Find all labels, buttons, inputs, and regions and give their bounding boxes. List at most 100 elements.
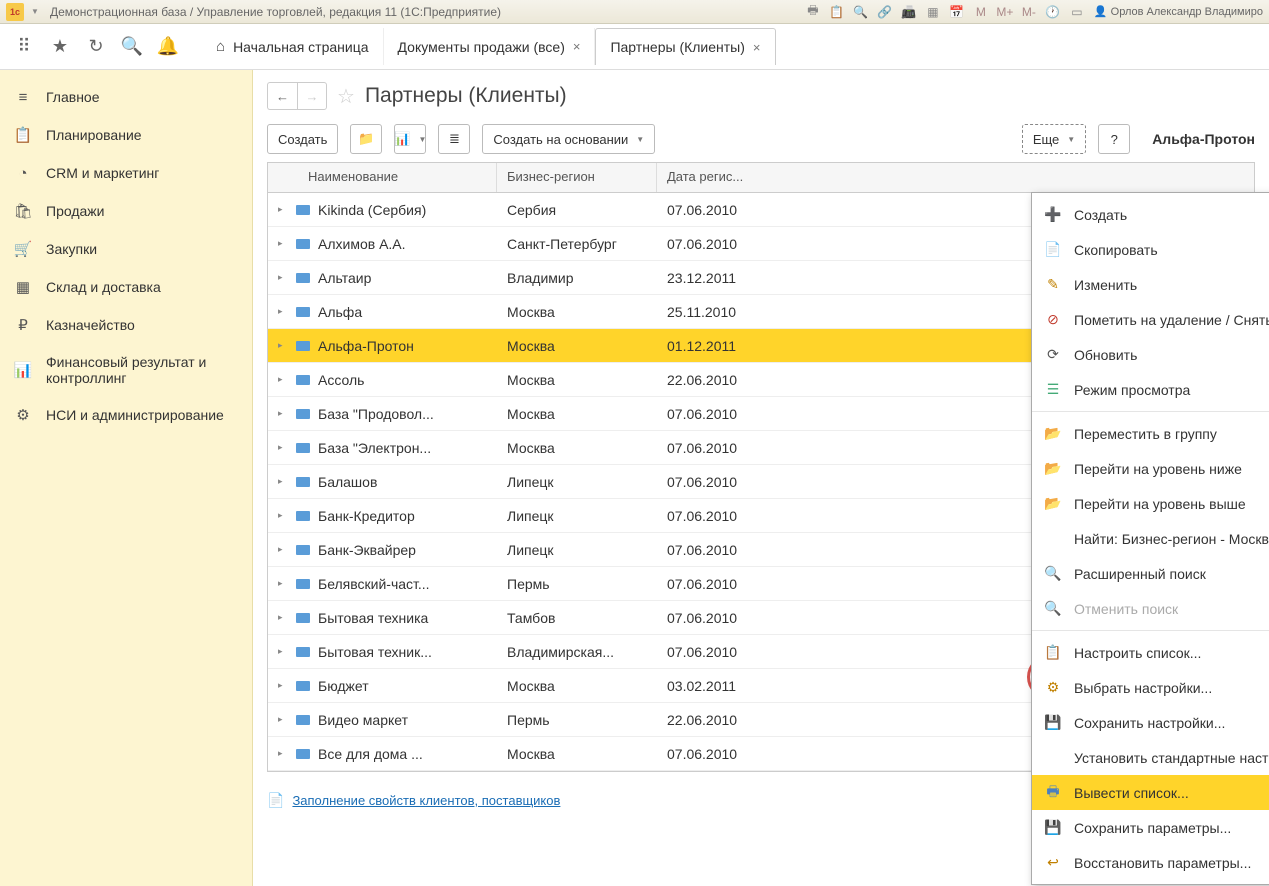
sidebar-item-treasury[interactable]: ₽Казначейство <box>0 306 252 344</box>
expand-icon[interactable]: ▸ <box>278 646 288 657</box>
expand-icon[interactable]: ▸ <box>278 340 288 351</box>
favorite-star-icon[interactable]: ☆ <box>337 84 355 109</box>
apps-icon[interactable]: ⠿ <box>10 33 38 61</box>
expand-icon[interactable]: ▸ <box>278 612 288 623</box>
reports-button[interactable]: 📊▼ <box>394 124 426 154</box>
page-title: Партнеры (Клиенты) <box>365 84 567 108</box>
tab-documents[interactable]: Документы продажи (все) × <box>384 28 596 65</box>
expand-icon[interactable]: ▸ <box>278 476 288 487</box>
expand-icon[interactable]: ▸ <box>278 238 288 249</box>
menu-item[interactable]: ↩Восстановить параметры... <box>1032 845 1269 880</box>
menu-item[interactable]: 🖶Вывести список... <box>1032 775 1269 810</box>
menu-item[interactable]: ➕СоздатьIns <box>1032 197 1269 232</box>
row-name: Белявский-част... <box>318 576 430 592</box>
menu-item[interactable]: ⟳ОбновитьF5 <box>1032 337 1269 372</box>
row-region: Москва <box>497 678 657 694</box>
calendar-icon[interactable]: 📅 <box>948 3 966 21</box>
expand-icon[interactable]: ▸ <box>278 272 288 283</box>
user-name[interactable]: 👤 Орлов Александр Владимиро <box>1094 5 1263 18</box>
grid-icon[interactable]: ▦ <box>924 3 942 21</box>
sidebar-item-main[interactable]: ≡Главное <box>0 78 252 116</box>
expand-icon[interactable]: ▸ <box>278 714 288 725</box>
sidebar-item-purchases[interactable]: 🛒Закупки <box>0 230 252 268</box>
menu-item[interactable]: ✎ИзменитьF2 <box>1032 267 1269 302</box>
expand-icon[interactable]: ▸ <box>278 204 288 215</box>
link-icon[interactable]: 🔗 <box>876 3 894 21</box>
menu-item[interactable]: 📄СкопироватьF9 <box>1032 232 1269 267</box>
create-folder-button[interactable]: 📁 <box>350 124 382 154</box>
sidebar-item-crm[interactable]: ◔CRM и маркетинг <box>0 154 252 192</box>
nav-fwd-button[interactable]: → <box>297 82 327 110</box>
col-region[interactable]: Бизнес-регион <box>497 163 657 192</box>
nav-back-button[interactable]: ← <box>267 82 297 110</box>
sidebar-item-planning[interactable]: 📋Планирование <box>0 116 252 154</box>
menu-item[interactable]: 📂Перейти на уровень вышеCtrl+Up <box>1032 486 1269 521</box>
mem-m[interactable]: M <box>972 3 990 21</box>
menu-item[interactable]: 💾Сохранить настройки... <box>1032 705 1269 740</box>
more-button[interactable]: Еще▼ <box>1022 124 1086 154</box>
menu-item[interactable]: ⊘Пометить на удаление / Снять пометкуDel <box>1032 302 1269 337</box>
sidebar-item-sales[interactable]: 🛍Продажи <box>0 192 252 230</box>
expand-icon[interactable]: ▸ <box>278 680 288 691</box>
row-name: Альтаир <box>318 270 371 286</box>
sidebar-item-warehouse[interactable]: ▦Склад и доставка <box>0 268 252 306</box>
sidebar-item-finresult[interactable]: 📊Финансовый результат и контроллинг <box>0 344 252 396</box>
menu-item[interactable]: Найти: Бизнес-регион - МоскваCtrl+Alt+F <box>1032 521 1269 556</box>
print-icon[interactable]: 🖶 <box>804 3 822 21</box>
row-region: Москва <box>497 746 657 762</box>
tab-home[interactable]: ⌂ Начальная страница <box>202 28 384 65</box>
row-region: Владимирская... <box>497 644 657 660</box>
menu-item[interactable]: ☰Режим просмотра▶ <box>1032 372 1269 407</box>
time-icon[interactable]: 🕐 <box>1044 3 1062 21</box>
menu-label: Обновить <box>1074 347 1269 363</box>
expand-icon[interactable]: ▸ <box>278 748 288 759</box>
menu-label: Скопировать <box>1074 242 1269 258</box>
expand-icon[interactable]: ▸ <box>278 544 288 555</box>
expand-icon[interactable]: ▸ <box>278 510 288 521</box>
calc-icon[interactable]: 📠 <box>900 3 918 21</box>
menu-item[interactable]: Установить стандартные настройки <box>1032 740 1269 775</box>
expand-icon[interactable]: ▸ <box>278 442 288 453</box>
tab-partners[interactable]: Партнеры (Клиенты) × <box>595 28 775 65</box>
star-icon[interactable]: ★ <box>46 33 74 61</box>
row-name: Бюджет <box>318 678 369 694</box>
list-button[interactable]: ≣ <box>438 124 470 154</box>
clipboard-icon[interactable]: 📋 <box>828 3 846 21</box>
window-icon[interactable]: ▭ <box>1068 3 1086 21</box>
tab-partners-label: Партнеры (Клиенты) <box>610 39 744 55</box>
help-button[interactable]: ? <box>1098 124 1130 154</box>
history-icon[interactable]: ↻ <box>82 33 110 61</box>
mem-mminus[interactable]: M- <box>1020 3 1038 21</box>
content-area: ← → ☆ Партнеры (Клиенты) Создать 📁 📊▼ ≣ … <box>253 70 1269 886</box>
app-logo-icon: 1c <box>6 3 24 21</box>
search-icon[interactable]: 🔍 <box>118 33 146 61</box>
create-button[interactable]: Создать <box>267 124 338 154</box>
create-based-button[interactable]: Создать на основании▼ <box>482 124 655 154</box>
menu-item[interactable]: 🔍Расширенный поискAlt+F <box>1032 556 1269 591</box>
sidebar-item-nsi[interactable]: ⚙НСИ и администрирование <box>0 396 252 434</box>
menu-item[interactable]: 📂Переместить в группуCtrl+Shift+M <box>1032 416 1269 451</box>
fill-properties-link[interactable]: Заполнение свойств клиентов, поставщиков <box>292 793 560 808</box>
menu-item[interactable]: ⚙Выбрать настройки... <box>1032 670 1269 705</box>
search-icon[interactable]: 🔍 <box>852 3 870 21</box>
menu-item[interactable]: 🔍Отменить поискCtrl+Q <box>1032 591 1269 626</box>
close-icon[interactable]: × <box>753 40 761 55</box>
expand-icon[interactable]: ▸ <box>278 306 288 317</box>
titlebar-dropdown-icon[interactable]: ▼ <box>28 5 42 19</box>
menu-item[interactable]: 📋Настроить список... <box>1032 635 1269 670</box>
bell-icon[interactable]: 🔔 <box>154 33 182 61</box>
expand-icon[interactable]: ▸ <box>278 374 288 385</box>
close-icon[interactable]: × <box>573 39 581 54</box>
row-name: Альфа <box>318 304 362 320</box>
menu-item[interactable]: 📂Перейти на уровень нижеCtrl+Down <box>1032 451 1269 486</box>
mem-mplus[interactable]: M+ <box>996 3 1014 21</box>
row-name: Все для дома ... <box>318 746 423 762</box>
expand-icon[interactable]: ▸ <box>278 578 288 589</box>
menu-label: Сохранить параметры... <box>1074 820 1269 836</box>
col-name[interactable]: Наименование <box>268 163 497 192</box>
expand-icon[interactable]: ▸ <box>278 408 288 419</box>
view-icon: ☰ <box>1044 381 1062 399</box>
col-date[interactable]: Дата регис... <box>657 163 1254 192</box>
row-region: Санкт-Петербург <box>497 236 657 252</box>
menu-item[interactable]: 💾Сохранить параметры... <box>1032 810 1269 845</box>
